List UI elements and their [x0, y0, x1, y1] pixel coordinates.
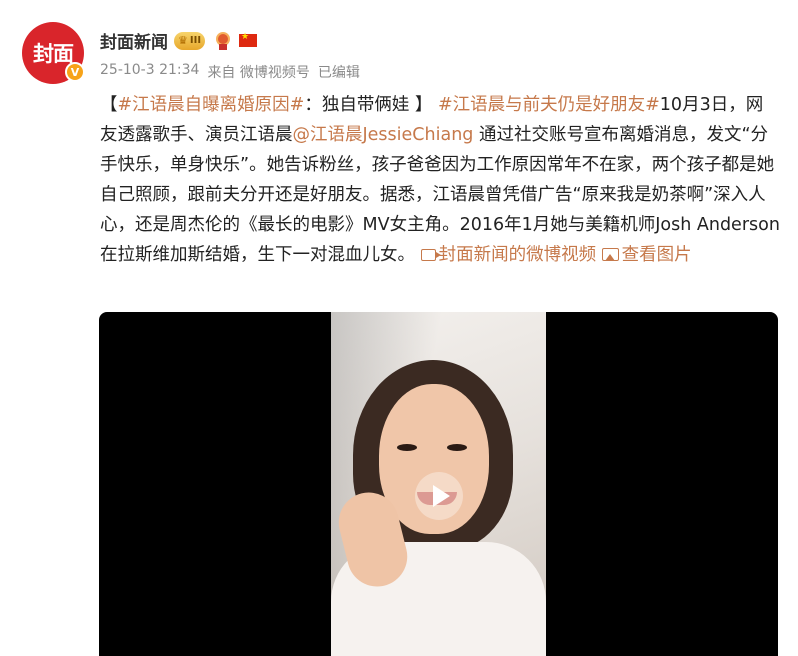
post-time[interactable]: 25-10-3 21:34 [100, 62, 199, 82]
medal-icon[interactable] [215, 31, 231, 50]
video-link[interactable]: 封面新闻的微博视频 [415, 245, 596, 265]
video-player[interactable] [99, 312, 778, 656]
account-row: 封面新闻 ♛ III ★ [100, 28, 258, 53]
post-text-segment: 通过社交账号宣布离婚消息，发文“分手快乐，单身快乐”。她告诉粉丝，孩子爸爸因为工… [100, 125, 780, 265]
edited-label: 已编辑 [317, 65, 360, 81]
image-icon [601, 248, 619, 261]
play-icon[interactable] [415, 472, 463, 520]
post-text: 【#江语晨自曝离婚原因#：独自带俩娃 】 #江语晨与前夫仍是好朋友#10月3日，… [100, 90, 780, 270]
badge-level: III [189, 35, 202, 46]
account-name[interactable]: 封面新闻 [100, 28, 168, 53]
verified-icon: V [65, 62, 85, 82]
crown-icon: ♛ [178, 34, 188, 47]
video-link-icon [420, 249, 441, 261]
video-link-label: 封面新闻的微博视频 [438, 245, 597, 265]
hashtag-divorce-reason[interactable]: #江语晨自曝离婚原因# [118, 95, 305, 115]
view-image-link[interactable]: 查看图片 [601, 245, 692, 265]
post-text-segment: ：独自带俩娃 】 [304, 95, 433, 115]
china-flag-icon[interactable]: ★ [239, 32, 258, 47]
hashtag-still-friends[interactable]: #江语晨与前夫仍是好朋友# [438, 95, 660, 115]
bracket-open: 【 [100, 95, 118, 115]
mention-link[interactable]: @江语晨JessieChiang [293, 125, 474, 145]
post-meta: 25-10-3 21:34 来自 微博视频号 已编辑 [100, 62, 360, 82]
avatar[interactable]: 封面 V [22, 22, 85, 84]
view-image-label: 查看图片 [621, 245, 692, 265]
post-source[interactable]: 来自 微博视频号 [207, 62, 309, 82]
crown-badge-icon[interactable]: ♛ III [174, 31, 206, 50]
